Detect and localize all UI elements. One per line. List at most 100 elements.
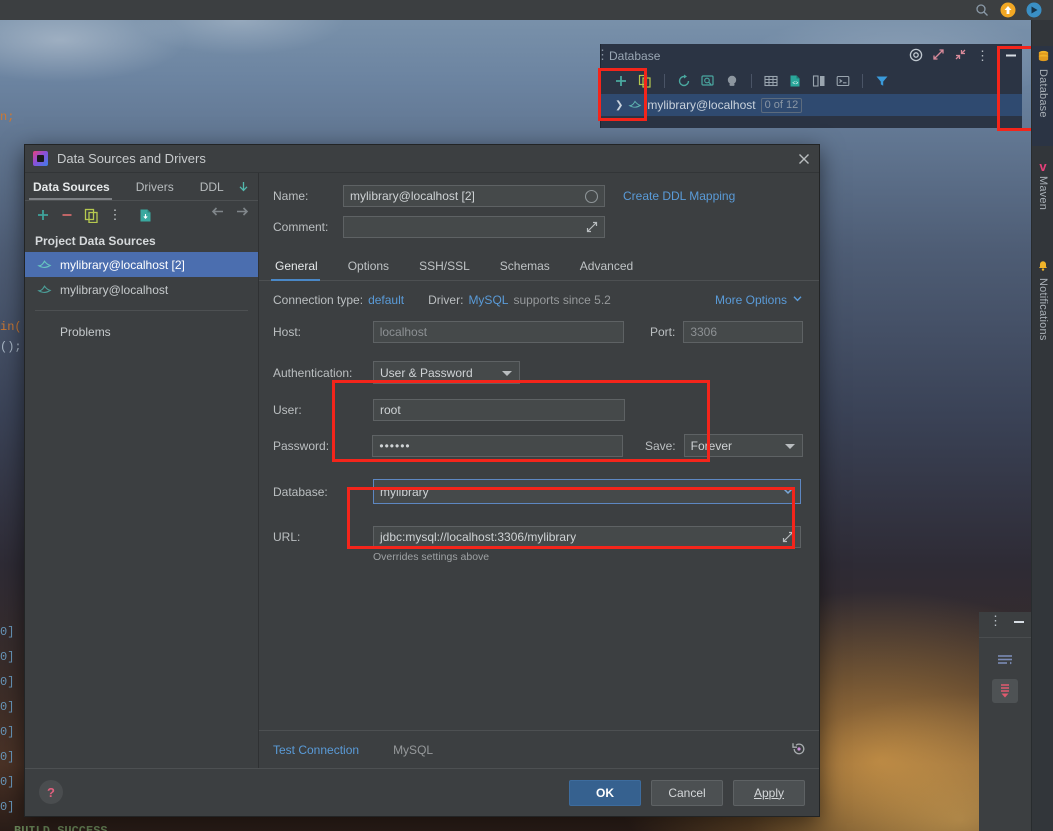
tab-schemas[interactable]: Schemas (498, 255, 564, 280)
authentication-row: Authentication: User & Password (273, 361, 803, 384)
stripe-item-database[interactable]: Database (1032, 46, 1053, 146)
cancel-button[interactable]: Cancel (651, 779, 723, 806)
list-item[interactable]: mylibrary@localhost (25, 277, 258, 302)
host-input[interactable]: localhost (372, 321, 624, 343)
status-driver-name: MySQL (393, 742, 434, 757)
user-value: root (380, 403, 401, 417)
more-options-icon[interactable]: ⋮ (989, 614, 1002, 630)
connection-info-row: Connection type: default Driver: MySQL s… (259, 281, 819, 307)
update-arrow-icon[interactable] (999, 1, 1017, 19)
navigation-arrows (210, 205, 250, 221)
database-tree-row[interactable]: ❯ mylibrary@localhost 0 of 12 (601, 94, 1022, 116)
stripe-item-maven[interactable]: v Maven (1032, 158, 1053, 246)
duplicate-icon[interactable] (635, 71, 655, 91)
right-tool-window-stripe: Database v Maven Notifications (1031, 20, 1053, 831)
svg-text:<>: <> (792, 81, 798, 87)
tab-advanced[interactable]: Advanced (578, 255, 647, 280)
user-input[interactable]: root (373, 399, 625, 421)
expand-editor-icon[interactable] (585, 220, 599, 237)
sql-file-icon[interactable]: <> (785, 71, 805, 91)
refresh-icon[interactable] (674, 71, 694, 91)
more-options-label: More Options (714, 293, 787, 307)
top-toolbar-icons (973, 1, 1043, 19)
filter-icon[interactable] (872, 71, 892, 91)
add-icon[interactable] (33, 205, 53, 225)
more-options-icon[interactable]: ⋮ (976, 49, 989, 62)
database-input[interactable]: mylibrary (373, 479, 801, 504)
password-input[interactable]: •••••• (372, 434, 623, 457)
dialog-status-bar: Test Connection MySQL (259, 730, 819, 768)
soft-wrap-icon[interactable] (992, 648, 1018, 672)
expand-editor-icon[interactable] (781, 530, 795, 547)
tab-ddl[interactable]: DDL (198, 180, 234, 200)
help-icon[interactable]: ? (39, 780, 63, 804)
expand-arrow-icon[interactable]: ❯ (615, 100, 623, 111)
notifications-bell-icon (1037, 260, 1049, 275)
target-icon[interactable] (909, 48, 923, 65)
chevron-down-icon[interactable] (237, 180, 250, 196)
url-input[interactable]: jdbc:mysql://localhost:3306/mylibrary (373, 526, 801, 548)
list-item[interactable]: mylibrary@localhost [2] (25, 252, 258, 277)
minimize-icon[interactable] (998, 48, 1018, 65)
comment-input[interactable] (343, 216, 605, 238)
driver-value[interactable]: MySQL (468, 293, 508, 307)
scroll-to-end-icon[interactable] (992, 679, 1018, 703)
minimize-icon[interactable] (1012, 616, 1026, 630)
connection-type-value[interactable]: default (368, 293, 404, 307)
dialog-title: Data Sources and Drivers (57, 151, 206, 166)
more-options-toggle[interactable]: More Options (715, 293, 803, 307)
test-connection-link[interactable]: Test Connection (273, 743, 359, 757)
diagram-icon[interactable] (809, 71, 829, 91)
tab-drivers[interactable]: Drivers (134, 180, 184, 200)
project-data-sources-group: Project Data Sources (35, 234, 156, 248)
revert-icon[interactable] (791, 741, 807, 760)
name-row: Name: mylibrary@localhost [2] Create DDL… (273, 185, 803, 207)
import-sources-icon[interactable] (135, 205, 155, 225)
ok-button[interactable]: OK (569, 779, 641, 806)
problems-item[interactable]: Problems (25, 311, 258, 339)
drop-icon[interactable] (722, 71, 742, 91)
list-item-label: mylibrary@localhost (60, 282, 169, 297)
toolbar-separator (751, 74, 752, 88)
authentication-select[interactable]: User & Password (373, 361, 520, 384)
expand-icon[interactable] (932, 48, 945, 64)
table-icon[interactable] (761, 71, 781, 91)
code-line: 0] (0, 700, 15, 714)
run-icon[interactable] (1025, 1, 1043, 19)
code-line: 0] (0, 650, 15, 664)
stripe-item-notifications[interactable]: Notifications (1032, 258, 1053, 368)
drag-handle-icon[interactable]: ⋮ (596, 48, 609, 61)
mysql-dolphin-icon (37, 256, 52, 274)
config-tabs: General Options SSH/SSL Schemas Advanced (259, 247, 819, 281)
save-select[interactable]: Forever (683, 434, 803, 457)
database-value: mylibrary (380, 484, 429, 499)
dialog-body: Data Sources Drivers DDL ⋮ Project Data … (25, 173, 819, 768)
tab-ssh-ssl[interactable]: SSH/SSL (417, 255, 484, 280)
code-line: n; (0, 110, 15, 124)
host-label: Host: (273, 325, 302, 339)
console-icon[interactable] (833, 71, 853, 91)
name-input[interactable]: mylibrary@localhost [2] (343, 185, 605, 207)
tab-data-sources[interactable]: Data Sources (29, 180, 120, 200)
code-line: 0] (0, 775, 15, 789)
more-options-icon[interactable]: ⋮ (105, 205, 125, 225)
toolbar-separator (862, 74, 863, 88)
copy-icon[interactable] (81, 205, 101, 225)
tab-general[interactable]: General (271, 255, 332, 281)
apply-button[interactable]: Apply (733, 779, 805, 806)
data-sources-toolbar: ⋮ (25, 201, 258, 229)
chevron-down-icon[interactable] (782, 485, 794, 500)
close-icon[interactable] (795, 150, 813, 168)
remove-icon[interactable] (57, 205, 77, 225)
tab-options[interactable]: Options (346, 255, 403, 280)
sync-query-icon[interactable] (698, 71, 718, 91)
create-ddl-mapping-link[interactable]: Create DDL Mapping (623, 189, 735, 203)
search-icon[interactable] (973, 1, 991, 19)
collapse-icon[interactable] (954, 48, 967, 64)
port-input[interactable]: 3306 (683, 321, 803, 343)
arrow-right-icon[interactable] (235, 205, 250, 221)
dialog-title-bar[interactable]: Data Sources and Drivers (25, 145, 819, 173)
maven-icon: v (1039, 159, 1047, 174)
add-icon[interactable] (611, 71, 631, 91)
arrow-left-icon[interactable] (210, 205, 225, 221)
